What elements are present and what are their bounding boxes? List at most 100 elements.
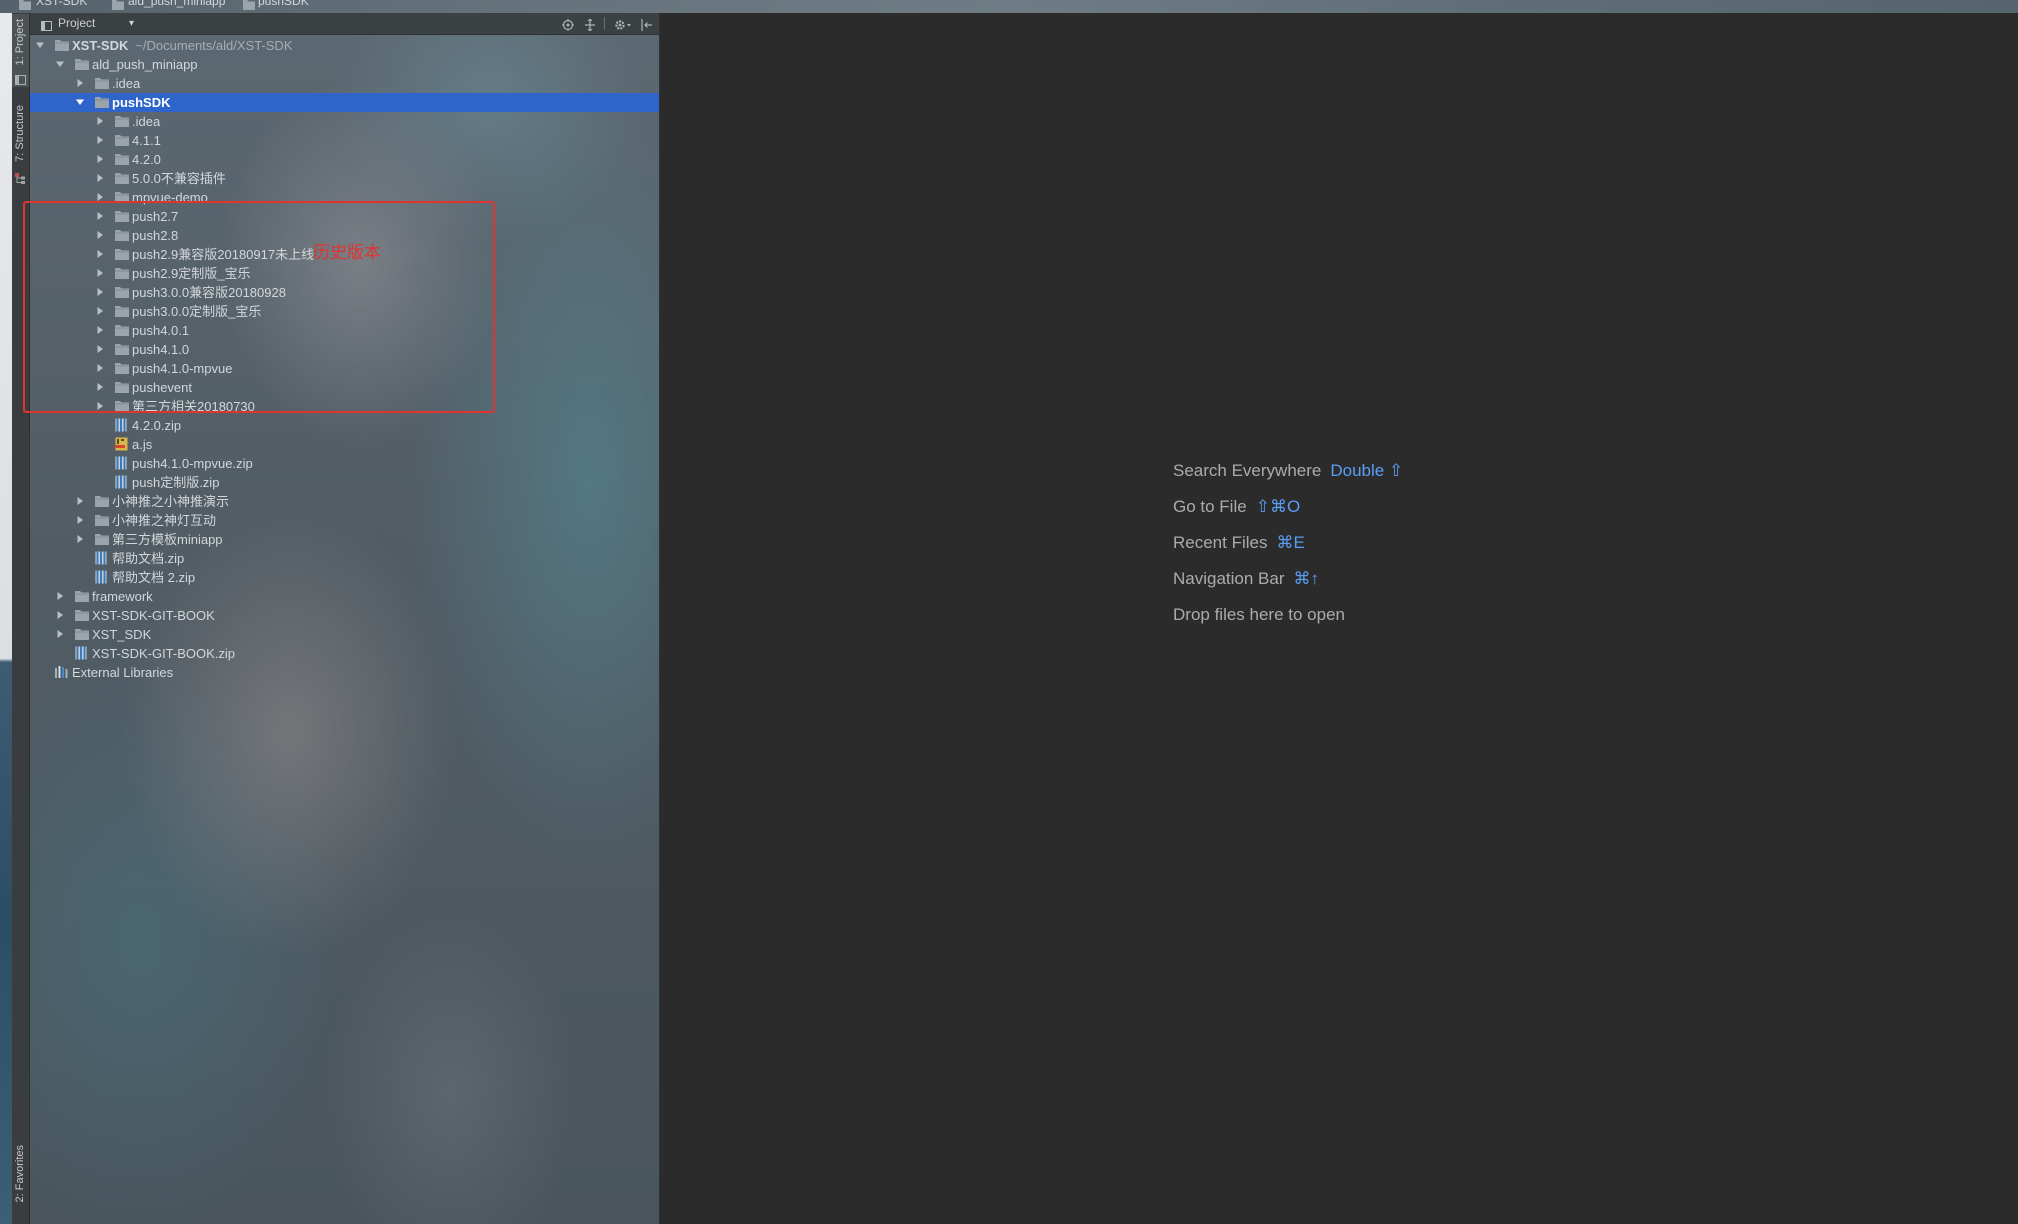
zip-file-icon [115,475,127,489]
tree-row[interactable]: a.js [30,435,659,454]
chevron-down-icon[interactable]: ▾ [129,13,134,34]
drop-files-hint: Drop files here to open [1173,605,1345,624]
tree-item-label: 4.2.0 [132,152,161,167]
expand-arrow-icon[interactable] [76,79,84,87]
tree-row[interactable]: framework [30,587,659,606]
tree-row[interactable]: ald_push_miniapp [30,55,659,74]
favorites-tool-label: 2: Favorites [14,1145,26,1203]
go-to-file-hint: Go to File ⇧⌘O [1173,496,1300,518]
tree-item-label: 帮助文档 2.zip [112,570,196,585]
folder-icon [115,153,129,165]
hint-shortcut: ⇧⌘O [1255,497,1301,516]
collapse-arrow-icon[interactable] [36,41,44,49]
tree-item-label: XST-SDK [72,38,129,53]
hint-label: Go to File [1173,497,1247,516]
tree-row[interactable]: 4.1.1 [30,131,659,150]
expand-arrow-icon[interactable] [56,630,64,638]
tree-item-text: XST-SDK-GIT-BOOK.zip [92,644,235,663]
expand-arrow-icon[interactable] [96,117,104,125]
folder-icon [95,77,109,89]
structure-icon [15,171,26,189]
toolbar-separator [604,17,605,30]
expand-arrow-icon[interactable] [96,193,104,201]
tree-row[interactable]: 帮助文档 2.zip [30,568,659,587]
expand-arrow-icon[interactable] [76,516,84,524]
tree-row[interactable]: External Libraries [30,663,659,682]
tree-item-label: 4.1.1 [132,133,161,148]
tree-item-label: 小神推之小神推演示 [112,494,230,509]
library-icon [55,666,69,678]
tree-row[interactable]: XST_SDK [30,625,659,644]
tree-row[interactable]: 5.0.0不兼容插件 [30,169,659,188]
folder-icon [19,0,31,13]
locate-icon[interactable] [562,18,574,36]
tree-item-path: ~/Documents/ald/XST-SDK [135,38,293,53]
tree-row[interactable]: 4.2.0.zip [30,416,659,435]
tree-item-label: 第三方模板miniapp [112,532,223,547]
folder-icon [95,495,109,507]
tree-row[interactable]: 小神推之小神推演示 [30,492,659,511]
tree-row[interactable]: XST-SDK-GIT-BOOK [30,606,659,625]
collapse-arrow-icon[interactable] [56,60,64,68]
hint-shortcut: ⌘E [1276,533,1305,552]
expand-arrow-icon[interactable] [56,592,64,600]
hide-panel-icon[interactable] [641,18,653,36]
tree-item-text: 帮助文档.zip [112,549,184,568]
tree-row[interactable]: 4.2.0 [30,150,659,169]
annotation-box [23,201,495,413]
navigation-bar-hint: Navigation Bar ⌘↑ [1173,568,1319,590]
expand-arrow-icon[interactable] [76,535,84,543]
folder-icon [115,172,129,184]
tree-item-label: framework [92,589,153,604]
collapse-arrow-icon[interactable] [76,98,84,106]
breadcrumb-item[interactable]: ald_push_miniapp [128,0,225,9]
tree-item-text: framework [92,587,153,606]
structure-tool-button[interactable]: 7: Structure [12,101,29,187]
folder-icon [75,58,89,70]
folder-icon [243,0,255,13]
tree-row[interactable]: XST-SDK-GIT-BOOK.zip [30,644,659,663]
tree-item-text: 4.1.1 [132,131,161,150]
tree-row[interactable]: 帮助文档.zip [30,549,659,568]
project-panel-header: Project ▾ [30,13,659,35]
settings-gear-icon[interactable] [614,18,632,36]
expand-arrow-icon[interactable] [96,155,104,163]
favorites-tool-button[interactable]: 2: Favorites [12,1139,29,1223]
tree-row[interactable]: 第三方模板miniapp [30,530,659,549]
tree-item-text: 4.2.0 [132,150,161,169]
tree-row[interactable]: .idea [30,112,659,131]
tree-item-text: push定制版.zip [132,473,219,492]
tree-item-label: 5.0.0不兼容插件 [132,171,226,186]
breadcrumb-item[interactable]: pushSDK [258,0,309,9]
folder-icon [115,115,129,127]
search-everywhere-hint: Search Everywhere Double ⇧ [1173,460,1403,482]
expand-arrow-icon[interactable] [56,611,64,619]
tool-window-stripe: 1: Project 7: Structure 2: Favorites [12,13,30,1224]
recent-files-hint: Recent Files ⌘E [1173,532,1305,554]
editor-area[interactable]: Search Everywhere Double ⇧ Go to File ⇧⌘O … [659,13,2018,1224]
tree-row-selected[interactable]: pushSDK [30,93,659,112]
tree-row[interactable]: push4.1.0-mpvue.zip [30,454,659,473]
tree-item-text: 小神推之小神推演示 [112,492,229,511]
hint-shortcut: ⌘↑ [1293,569,1320,588]
tree-row[interactable]: 小神推之神灯互动 [30,511,659,530]
tree-row[interactable]: XST-SDK ~/Documents/ald/XST-SDK [30,36,659,55]
tree-item-text: .idea [112,74,140,93]
tree-item-label: External Libraries [72,665,174,680]
tree-item-text: 第三方模板miniapp [112,530,223,549]
tree-item-text: 4.2.0.zip [132,416,181,435]
tree-item-label: pushSDK [112,95,171,110]
expand-arrow-icon[interactable] [96,136,104,144]
tree-item-label: .idea [132,114,161,129]
breadcrumb-item[interactable]: XST-SDK [36,0,87,9]
tree-row[interactable]: push定制版.zip [30,473,659,492]
project-view-dropdown[interactable]: Project [58,13,95,34]
expand-arrow-icon[interactable] [96,174,104,182]
tree-item-label: .idea [112,76,141,91]
project-panel: Project ▾ XST-SDK ~/Documents/ald/XST-SDK… [30,13,659,1224]
project-tool-button[interactable]: 1: Project [12,14,29,87]
folder-icon [75,628,89,640]
tree-row[interactable]: .idea [30,74,659,93]
collapse-all-icon[interactable] [584,18,596,36]
expand-arrow-icon[interactable] [76,497,84,505]
